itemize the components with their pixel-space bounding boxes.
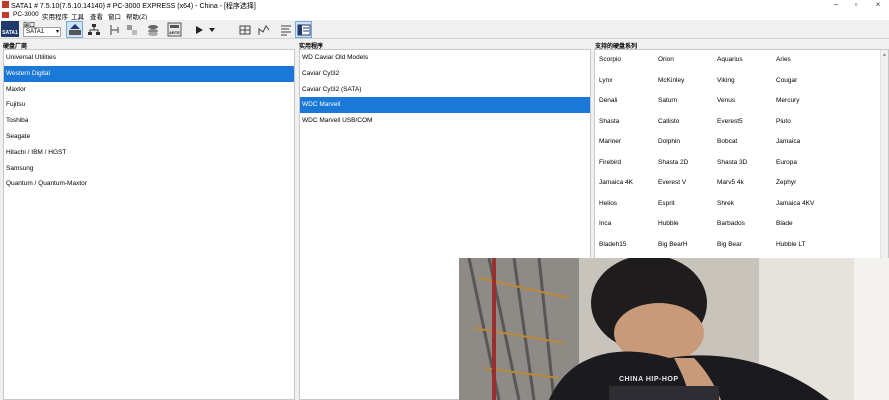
- close-button[interactable]: ×: [868, 0, 888, 10]
- drive-map-button[interactable]: [66, 21, 83, 38]
- list-button[interactable]: [277, 21, 294, 38]
- vendor-item[interactable]: Universal Utilities: [4, 50, 294, 66]
- vendor-item[interactable]: Samsung: [4, 161, 294, 177]
- tool-a-button[interactable]: [106, 21, 123, 38]
- chart-icon: [258, 24, 269, 35]
- family-cell: Hubble LT: [776, 240, 806, 248]
- vendors-list: Universal Utilities Western Digital Maxt…: [3, 49, 295, 400]
- family-cell: Zephyr: [776, 179, 797, 186]
- family-cell: Shrek: [717, 199, 734, 207]
- scrollbar[interactable]: ▲: [880, 50, 888, 260]
- family-cell: Viking: [717, 76, 735, 84]
- maximize-button[interactable]: ▫: [846, 0, 866, 10]
- toolbar: SATA1 端口 SATA1 ▾ ARTE: [0, 20, 889, 39]
- utility-item[interactable]: WDC Marvell USB/COM: [300, 113, 590, 129]
- family-cell: Bobcat: [717, 138, 738, 145]
- webcam-overlay: CHINA HIP-HOP: [459, 258, 889, 400]
- tool-c-icon: [147, 24, 158, 36]
- family-cell: Venus: [717, 97, 736, 104]
- family-cell: Cougar: [776, 76, 798, 84]
- family-cell: Jamaica 4KV: [776, 199, 815, 207]
- app-menu-icon[interactable]: [2, 12, 9, 18]
- families-grid-body: Scorpio Orion Aquarius Aries Lynx McKinley Vik…: [595, 50, 888, 280]
- list-icon: [280, 25, 291, 35]
- utility-item[interactable]: Caviar Cyl32 (SATA): [300, 82, 590, 98]
- utility-item-selected[interactable]: WDC Marvell: [300, 97, 590, 114]
- network-button[interactable]: [85, 21, 102, 38]
- family-cell: Helios: [599, 199, 618, 207]
- family-cell: Bladeh15: [599, 240, 627, 248]
- vendor-item[interactable]: Maxtor: [4, 82, 294, 98]
- family-cell: Dolphin: [658, 138, 681, 145]
- family-cell: Aries: [776, 56, 791, 63]
- family-cell: Blade: [776, 220, 793, 227]
- family-cell: McKinley: [658, 76, 685, 84]
- family-cell: Aquarius: [717, 56, 743, 63]
- disk-stack-button[interactable]: ARTE: [166, 21, 183, 38]
- scroll-up-icon[interactable]: ▲: [882, 52, 887, 58]
- family-cell: Barbados: [717, 220, 745, 227]
- tool-a-icon: [109, 24, 119, 35]
- svg-text:ARTE: ARTE: [169, 30, 180, 35]
- panel-button[interactable]: [295, 21, 312, 38]
- tool-b-icon: [126, 24, 137, 35]
- vendor-item-selected[interactable]: Western Digital: [4, 65, 294, 82]
- family-cell: Marv5 4k: [717, 179, 744, 186]
- family-cell: Saturn: [658, 97, 678, 104]
- family-cell: Hubble: [658, 220, 679, 227]
- vendor-item[interactable]: Quantum / Quantum-Maxtor: [4, 176, 294, 192]
- minimize-button[interactable]: –: [826, 0, 846, 10]
- vendor-item[interactable]: Toshiba: [4, 113, 294, 129]
- port-select-value: SATA1: [26, 29, 45, 35]
- tool-b-button[interactable]: [123, 21, 140, 38]
- family-cell: Shasta: [599, 117, 620, 125]
- family-cell: Firebird: [599, 158, 622, 166]
- family-cell: Big BearH: [658, 240, 688, 248]
- family-cell: Scorpio: [599, 56, 622, 63]
- chart-button[interactable]: [255, 21, 272, 38]
- family-cell: Denali: [599, 97, 618, 104]
- family-cell: Esprit: [658, 199, 675, 207]
- utility-item[interactable]: Caviar Cyl32: [300, 66, 590, 82]
- utility-item[interactable]: WD Caviar Old Models: [300, 50, 590, 66]
- panel-icon: [297, 24, 310, 35]
- app-icon: [2, 1, 9, 8]
- family-cell: Callisto: [658, 117, 680, 125]
- vendor-item[interactable]: Fujitsu: [4, 97, 294, 113]
- family-cell: Mariner: [599, 138, 622, 145]
- family-cell: Jamaica: [776, 138, 801, 145]
- play-dropdown-button[interactable]: [203, 21, 220, 38]
- network-icon: [87, 23, 100, 35]
- grid-button[interactable]: [236, 21, 253, 38]
- menu-bar: PC-3000 实用程序 工具 查看 窗口 帮助(Z): [0, 10, 889, 21]
- port-select[interactable]: SATA1 ▾: [23, 27, 61, 37]
- family-cell: Orion: [658, 56, 674, 63]
- drive-map-icon: [68, 23, 81, 35]
- vendor-item[interactable]: Hitachi / IBM / HGST: [4, 145, 294, 161]
- shirt-text: CHINA HIP-HOP: [619, 376, 679, 383]
- sata-port-badge[interactable]: SATA1: [1, 21, 19, 37]
- disk-stack-icon: ARTE: [167, 22, 182, 37]
- family-cell: Pluto: [776, 117, 791, 125]
- family-cell: Lynx: [599, 76, 613, 84]
- family-cell: Big Bear: [717, 240, 742, 248]
- family-cell: Mercury: [776, 97, 800, 104]
- family-cell: Shasta 2D: [658, 158, 689, 166]
- menu-pc3000[interactable]: PC-3000: [13, 11, 39, 18]
- vendor-item[interactable]: Seagate: [4, 129, 294, 145]
- family-cell: Inca: [599, 220, 612, 227]
- family-cell: Everest V: [658, 179, 687, 186]
- grid-icon: [239, 25, 250, 34]
- chevron-down-icon: ▾: [55, 29, 59, 35]
- family-cell: Jamaica 4K: [599, 179, 633, 186]
- family-cell: Europa: [776, 158, 797, 166]
- family-cell: Everest5: [717, 117, 743, 125]
- title-bar: SATA1 # 7.5.10(7.5.10.14140) # PC-3000 E…: [0, 0, 889, 10]
- tool-c-button[interactable]: [144, 21, 161, 38]
- dropdown-icon: [208, 27, 215, 32]
- family-cell: Shasta 3D: [717, 158, 748, 166]
